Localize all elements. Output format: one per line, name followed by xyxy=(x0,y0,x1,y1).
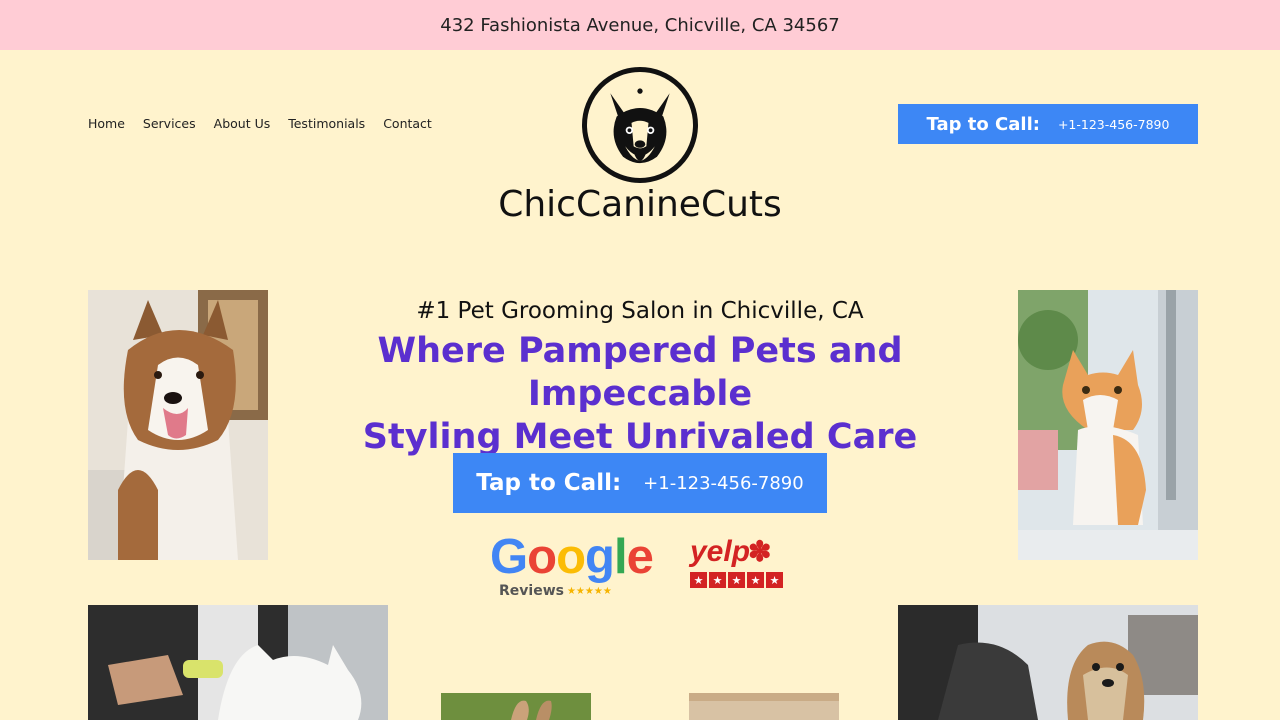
yelp-star-icon: ★ xyxy=(690,572,707,588)
dog-logo-icon[interactable] xyxy=(582,67,698,183)
brand-name: ChicCanineCuts xyxy=(498,184,782,225)
nav-home[interactable]: Home xyxy=(88,116,125,131)
yelp-star-icon: ★ xyxy=(766,572,783,588)
hero-call-phone: +1-123-456-7890 xyxy=(643,472,804,494)
hero-call-button[interactable]: Tap to Call: +1-123-456-7890 xyxy=(453,453,827,513)
google-reviews-row: Reviews ★★★★★ xyxy=(499,583,645,599)
header-call-button[interactable]: Tap to Call: +1-123-456-7890 xyxy=(898,104,1198,144)
hero-call-label: Tap to Call: xyxy=(476,470,622,496)
google-reviews-label: Reviews xyxy=(499,583,564,599)
nav-services[interactable]: Services xyxy=(143,116,196,131)
hero-headline: Where Pampered Pets and Impeccable Styli… xyxy=(280,330,1000,459)
main-nav: Home Services About Us Testimonials Cont… xyxy=(88,116,432,131)
yelp-stars: ★ ★ ★ ★ ★ xyxy=(690,572,788,588)
husky-photo xyxy=(88,290,268,560)
header-call-phone: +1-123-456-7890 xyxy=(1057,116,1170,132)
address-bar: 432 Fashionista Avenue, Chicville, CA 34… xyxy=(0,0,1280,50)
yelp-star-icon: ★ xyxy=(747,572,764,588)
google-stars-icon: ★★★★★ xyxy=(566,585,612,597)
google-logo: Google xyxy=(490,530,654,584)
yelp-reviews-badge[interactable]: yelp ✽ ★ ★ ★ ★ ★ xyxy=(690,532,788,602)
hero-subheading: #1 Pet Grooming Salon in Chicville, CA xyxy=(416,298,864,324)
white-cat-grooming-photo xyxy=(88,605,388,720)
hero-headline-line1: Where Pampered Pets and Impeccable xyxy=(377,331,903,414)
nav-contact[interactable]: Contact xyxy=(383,116,432,131)
address-text: 432 Fashionista Avenue, Chicville, CA 34… xyxy=(440,14,840,36)
yelp-star-icon: ★ xyxy=(709,572,726,588)
cat-photo xyxy=(1018,290,1198,560)
yelp-logo: yelp ✽ xyxy=(690,532,788,572)
yorkie-grooming-photo xyxy=(898,605,1198,720)
yelp-burst-icon: ✽ xyxy=(748,536,772,567)
rabbit-photo xyxy=(441,693,591,720)
yelp-word: yelp xyxy=(690,535,751,568)
header-call-label: Tap to Call: xyxy=(926,113,1040,135)
yelp-star-icon: ★ xyxy=(728,572,745,588)
google-reviews-badge[interactable]: Google Reviews ★★★★★ xyxy=(490,530,654,601)
nav-about-us[interactable]: About Us xyxy=(214,116,271,131)
nav-testimonials[interactable]: Testimonials xyxy=(288,116,365,131)
pet-photo-bottom xyxy=(689,693,839,720)
